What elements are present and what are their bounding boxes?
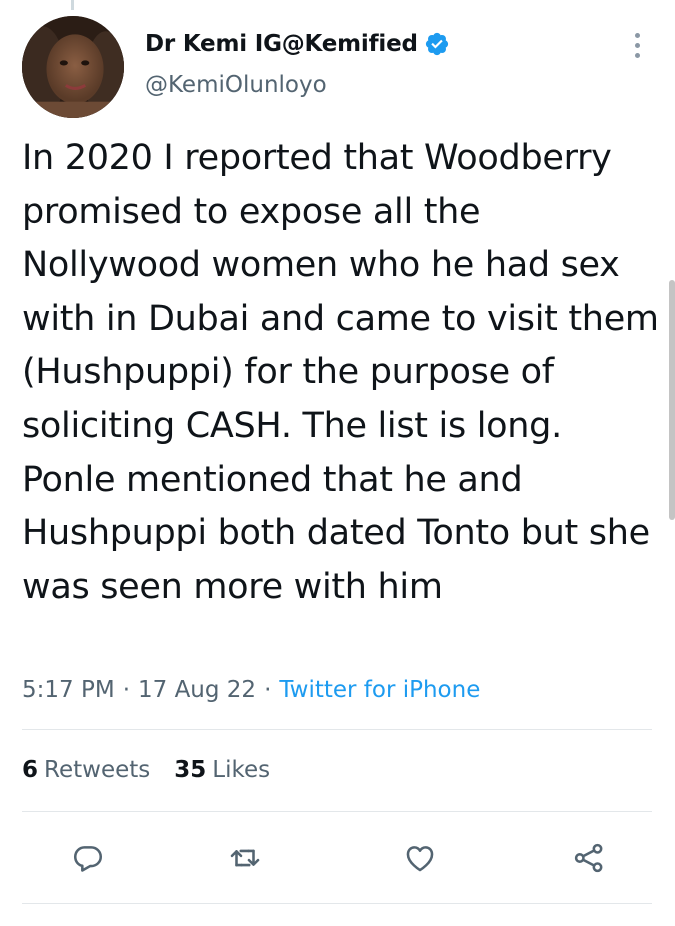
divider (22, 811, 652, 812)
likes-stat[interactable]: 35 Likes (174, 757, 270, 783)
likes-count: 35 (174, 757, 207, 783)
tweet-text: In 2020 I reported that Woodberry promis… (22, 138, 659, 607)
tweet-stats: 6 Retweets 35 Likes (22, 752, 294, 788)
retweet-button[interactable] (223, 836, 267, 880)
retweets-stat[interactable]: 6 Retweets (22, 757, 150, 783)
avatar-image (22, 16, 124, 118)
reply-button[interactable] (66, 836, 110, 880)
verified-badge-icon (424, 31, 450, 57)
author-handle[interactable]: @KemiOlunloyo (145, 72, 327, 98)
tweet-time[interactable]: 5:17 PM (22, 677, 115, 703)
meta-separator: · (122, 677, 130, 703)
divider (22, 903, 652, 904)
avatar[interactable] (22, 16, 124, 118)
tweet-actions (0, 836, 675, 880)
retweets-count: 6 (22, 757, 39, 783)
tweet-detail: Dr Kemi IG@Kemified @KemiOlunloyo In 202… (0, 0, 675, 926)
tweet-metadata: 5:17 PM · 17 Aug 22 · Twitter for iPhone (22, 673, 480, 707)
likes-label: Likes (212, 757, 271, 783)
heart-icon (406, 846, 434, 872)
share-button[interactable] (567, 836, 611, 880)
thread-connector (71, 0, 74, 10)
tweet-source-link[interactable]: Twitter for iPhone (279, 677, 480, 703)
reply-icon (73, 846, 103, 872)
share-icon (574, 843, 603, 873)
retweets-label: Retweets (44, 757, 151, 783)
scrollbar[interactable] (669, 280, 675, 520)
like-button[interactable] (398, 836, 442, 880)
meta-separator: · (264, 677, 272, 703)
author-display-name[interactable]: Dr Kemi IG@Kemified (145, 31, 418, 57)
divider (22, 729, 652, 730)
more-vertical-icon[interactable] (625, 28, 649, 62)
retweet-icon (230, 849, 260, 867)
author-name-row: Dr Kemi IG@Kemified (145, 26, 450, 62)
tweet-date[interactable]: 17 Aug 22 (138, 677, 256, 703)
